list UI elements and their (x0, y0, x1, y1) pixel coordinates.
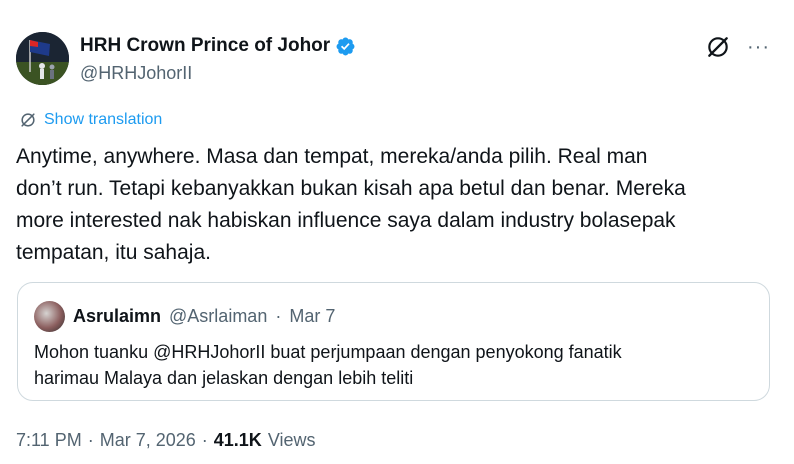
tweet-meta: 7:11 PM · Mar 7, 2026 · 41.1K Views (16, 430, 316, 451)
quoted-author-avatar[interactable] (34, 301, 65, 332)
show-translation-label[interactable]: Show translation (44, 111, 162, 129)
views-count[interactable]: 41.1K (214, 430, 262, 451)
quoted-tweet-date[interactable]: Mar 7 (289, 306, 335, 327)
tweet-text-line: Anytime, anywhere. Masa dan tempat, mere… (16, 145, 648, 168)
tweet-text-line: don’t run. Tetapi kebanyakkan bukan kisa… (16, 177, 686, 200)
author-handle[interactable]: @HRHJohorII (80, 61, 356, 85)
separator-dot: · (87, 430, 94, 450)
quoted-tweet-card[interactable]: Asrulaimn @Asrlaiman · Mar 7 Mohon tuank… (17, 282, 770, 401)
quoted-author-handle[interactable]: @Asrlaiman (169, 306, 267, 327)
avatar-image (16, 32, 69, 85)
views-label[interactable]: Views (268, 430, 316, 451)
separator-dot: · (275, 306, 282, 326)
tweet-text-line: more interested nak habiskan influence s… (16, 209, 676, 232)
grok-icon[interactable] (705, 34, 731, 60)
tweet-time[interactable]: 7:11 PM (16, 430, 82, 451)
show-translation-link[interactable]: Show translation (18, 110, 162, 130)
tweet-date[interactable]: Mar 7, 2026 (100, 430, 196, 451)
author-block: HRH Crown Prince of Johor @HRHJohorII (80, 34, 356, 85)
author-name-row[interactable]: HRH Crown Prince of Johor (80, 34, 356, 58)
quoted-tweet-text: Mohon tuanku @HRHJohorII buat perjumpaan… (34, 339, 754, 391)
top-actions: ··· (705, 34, 770, 60)
author-display-name[interactable]: HRH Crown Prince of Johor (80, 34, 330, 58)
author-avatar[interactable] (16, 32, 69, 85)
tweet-text-line: tempatan, itu sahaja. (16, 241, 211, 264)
quoted-text-line: harimau Malaya dan jelaskan dengan lebih… (34, 368, 414, 388)
separator-dot: · (201, 430, 208, 450)
verified-badge-icon[interactable] (335, 36, 356, 57)
quoted-tweet-header: Asrulaimn @Asrlaiman · Mar 7 (34, 301, 335, 332)
quoted-text-line: Mohon tuanku @HRHJohorII buat perjumpaan… (34, 342, 622, 362)
translate-icon (21, 113, 35, 127)
quoted-author-name[interactable]: Asrulaimn (73, 306, 161, 327)
tweet-text: Anytime, anywhere. Masa dan tempat, mere… (16, 141, 776, 269)
more-options-icon[interactable]: ··· (747, 37, 770, 57)
